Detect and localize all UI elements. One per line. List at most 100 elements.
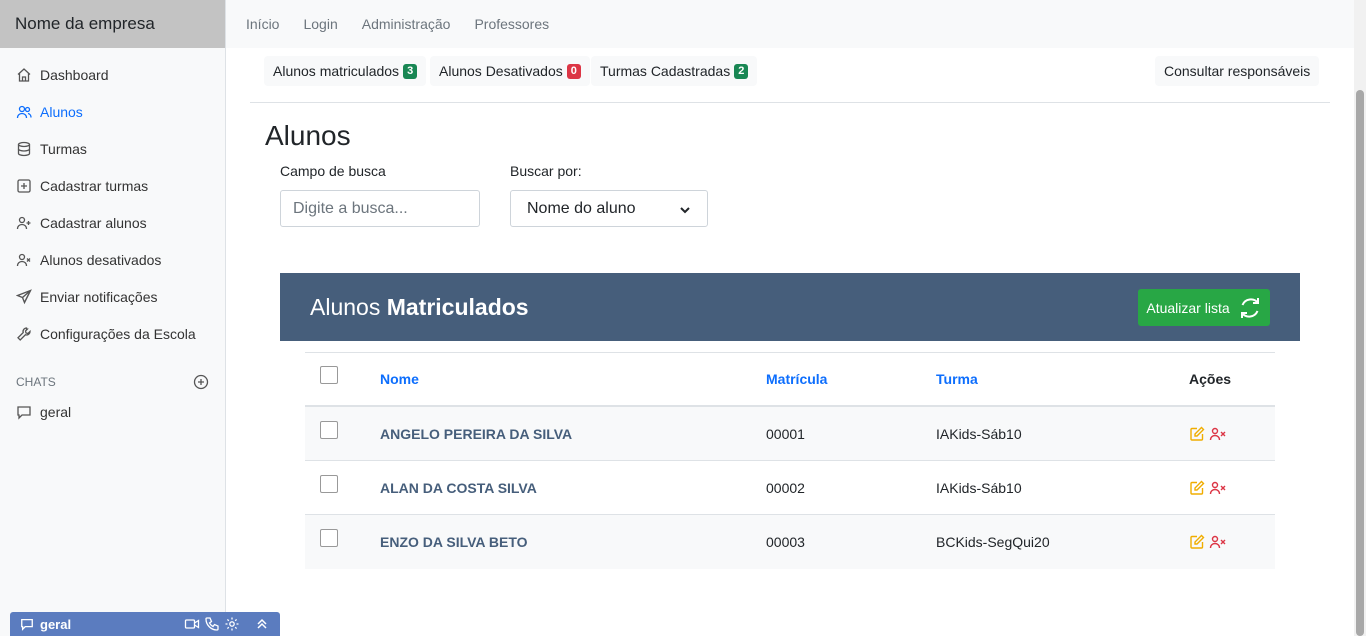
turmas-cadastradas-button[interactable]: Turmas Cadastradas 2: [591, 56, 758, 86]
sidebar-item-alunos-desativados[interactable]: Alunos desativados: [0, 241, 225, 278]
sidebar-item-enviar-notificacoes[interactable]: Enviar notificações: [0, 278, 225, 315]
sidebar-item-dashboard[interactable]: Dashboard: [0, 56, 225, 93]
chats-header: CHATS: [0, 372, 225, 392]
sidebar-item-label: Dashboard: [40, 66, 109, 83]
student-matricula: 00003: [766, 534, 805, 550]
refresh-label: Atualizar lista: [1146, 299, 1230, 316]
row-checkbox[interactable]: [320, 529, 338, 547]
count-badge: 0: [566, 63, 581, 79]
top-nav: Início Login Administração Professores: [226, 0, 1354, 48]
send-icon: [16, 288, 32, 305]
deactivate-student-icon[interactable]: [1209, 426, 1227, 442]
sidebar-item-label: Turmas: [40, 140, 87, 157]
search-label: Campo de busca: [280, 163, 386, 179]
row-checkbox[interactable]: [320, 474, 338, 493]
column-header-acoes: Ações: [1189, 371, 1232, 387]
video-icon[interactable]: [184, 616, 200, 632]
card-header: Alunos Matriculados Atualizar lista: [280, 273, 1300, 341]
students-table: Nome Matrícula Turma Ações ANGELO PEREIR…: [305, 352, 1275, 569]
row-actions: [1189, 426, 1275, 442]
chevrons-up-icon[interactable]: [254, 616, 270, 632]
chat-bar-label: geral: [40, 616, 72, 632]
search-input[interactable]: [280, 190, 480, 227]
student-name: ENZO DA SILVA BETO: [380, 534, 528, 550]
chat-item-geral[interactable]: geral: [0, 396, 225, 428]
stat-label: Turmas Cadastradas: [600, 63, 731, 79]
alunos-desativados-button[interactable]: Alunos Desativados 0: [430, 56, 590, 86]
phone-icon[interactable]: [204, 616, 220, 632]
deactivate-student-icon[interactable]: [1209, 534, 1227, 550]
chevron-down-icon: [679, 203, 691, 215]
card-title-bold: Matriculados: [386, 293, 529, 320]
student-matricula: 00001: [766, 425, 805, 442]
chat-bar[interactable]: geral: [10, 612, 280, 636]
gear-icon[interactable]: [224, 616, 240, 632]
row-checkbox[interactable]: [320, 420, 338, 439]
table-header-row: Nome Matrícula Turma Ações: [305, 352, 1275, 407]
sidebar: Nome da empresa Dashboard Alunos Turmas …: [0, 0, 226, 636]
page-title: Alunos: [265, 120, 351, 151]
refresh-icon: [1238, 296, 1262, 320]
column-header-nome[interactable]: Nome: [380, 371, 419, 387]
deactivate-student-icon[interactable]: [1209, 480, 1227, 496]
sidebar-nav: Dashboard Alunos Turmas Cadastrar turmas…: [0, 48, 225, 352]
card-title: Alunos Matriculados: [310, 294, 529, 321]
database-icon: [16, 141, 32, 157]
nav-link-administracao[interactable]: Administração: [362, 16, 451, 32]
nav-link-professores[interactable]: Professores: [474, 16, 549, 32]
select-all-checkbox[interactable]: [320, 366, 338, 384]
table-row: ENZO DA SILVA BETO 00003 BCKids-SegQui20: [305, 515, 1275, 569]
user-plus-icon: [16, 215, 32, 231]
refresh-list-button[interactable]: Atualizar lista: [1138, 289, 1270, 326]
users-icon: [16, 104, 32, 120]
table-row: ANGELO PEREIRA DA SILVA 00001 IAKids-Sáb…: [305, 407, 1275, 461]
sidebar-item-label: Cadastrar turmas: [40, 177, 149, 194]
plus-square-icon: [16, 178, 32, 194]
student-matricula: 00002: [766, 479, 805, 496]
nav-link-inicio[interactable]: Início: [246, 16, 279, 32]
home-icon: [16, 67, 32, 83]
edit-icon[interactable]: [1189, 480, 1205, 496]
student-name: ALAN DA COSTA SILVA: [380, 479, 537, 496]
stats-bar: Alunos matriculados 3 Alunos Desativados…: [250, 48, 1330, 103]
count-badge: 2: [734, 63, 749, 79]
sidebar-item-configuracoes[interactable]: Configurações da Escola: [0, 315, 225, 352]
sidebar-item-label: Enviar notificações: [40, 288, 158, 305]
row-actions: [1189, 480, 1275, 496]
message-icon: [16, 404, 32, 420]
chat-item-label: geral: [40, 404, 72, 420]
add-chat-icon[interactable]: [193, 374, 209, 390]
sidebar-item-alunos[interactable]: Alunos: [0, 93, 225, 130]
stat-label: Alunos matriculados: [273, 63, 400, 79]
count-badge: 3: [403, 63, 418, 79]
search-by-select[interactable]: Nome do aluno: [510, 190, 708, 227]
table-row: ALAN DA COSTA SILVA 00002 IAKids-Sáb10: [305, 461, 1275, 515]
consultar-responsaveis-button[interactable]: Consultar responsáveis: [1155, 56, 1320, 86]
card-title-prefix: Alunos: [310, 293, 381, 320]
page-scrollbar[interactable]: [1354, 0, 1366, 636]
student-turma: IAKids-Sáb10: [936, 425, 1022, 442]
wrench-icon: [16, 326, 32, 342]
brand-name[interactable]: Nome da empresa: [0, 0, 225, 48]
column-header-turma[interactable]: Turma: [936, 371, 978, 387]
alunos-matriculados-button[interactable]: Alunos matriculados 3: [264, 56, 427, 86]
student-name: ANGELO PEREIRA DA SILVA: [380, 425, 573, 442]
student-turma: IAKids-Sáb10: [936, 479, 1022, 496]
sidebar-item-label: Cadastrar alunos: [40, 214, 147, 231]
column-header-matricula[interactable]: Matrícula: [766, 371, 827, 387]
edit-icon[interactable]: [1189, 426, 1205, 442]
scrollbar-thumb[interactable]: [1356, 90, 1364, 636]
sidebar-item-cadastrar-alunos[interactable]: Cadastrar alunos: [0, 204, 225, 241]
sidebar-item-cadastrar-turmas[interactable]: Cadastrar turmas: [0, 167, 225, 204]
sidebar-item-turmas[interactable]: Turmas: [0, 130, 225, 167]
nav-link-login[interactable]: Login: [303, 16, 337, 32]
row-actions: [1189, 534, 1275, 550]
student-turma: BCKids-SegQui20: [936, 534, 1050, 550]
chats-label: CHATS: [16, 375, 56, 389]
edit-icon[interactable]: [1189, 534, 1205, 550]
message-icon: [20, 617, 34, 631]
sidebar-item-label: Configurações da Escola: [40, 325, 196, 342]
sidebar-item-label: Alunos desativados: [40, 251, 162, 268]
sidebar-item-label: Alunos: [40, 103, 83, 120]
user-x-icon: [16, 252, 32, 268]
